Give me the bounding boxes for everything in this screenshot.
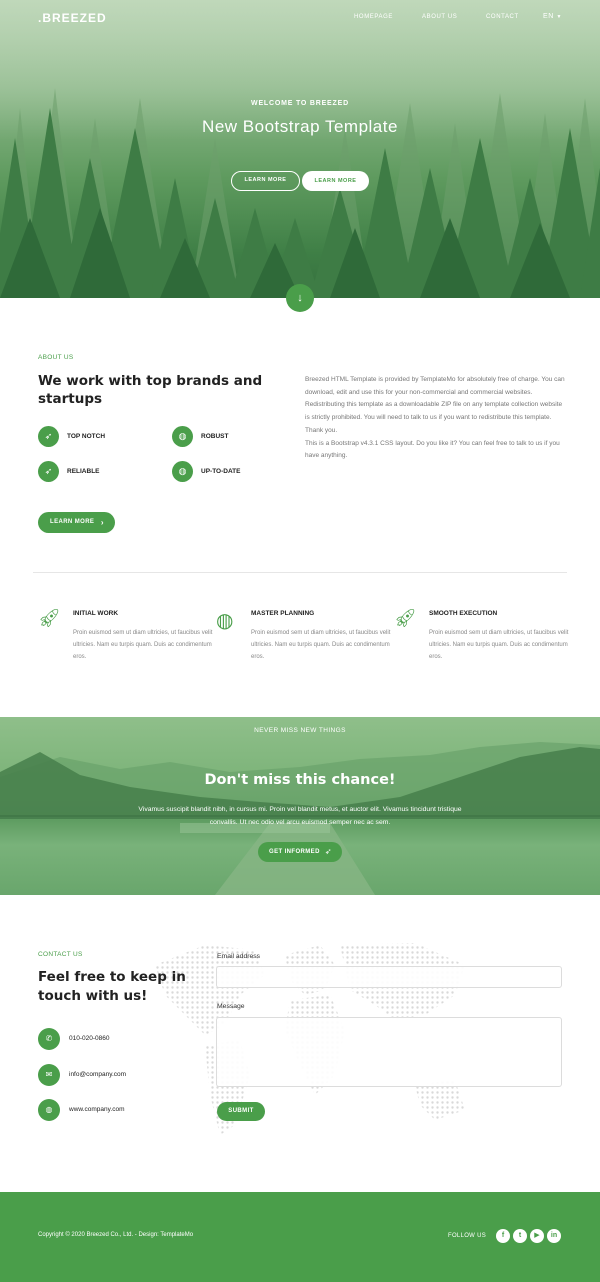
rocket-icon: ➶	[38, 426, 59, 447]
nav-link-about-us[interactable]: ABOUT US	[422, 14, 457, 20]
globe-icon: ◍	[172, 461, 193, 482]
about-learn-more-button[interactable]: LEARN MORE ›	[38, 512, 115, 533]
button-label: GET INFORMED	[269, 849, 320, 855]
message-label: Message	[217, 1003, 245, 1010]
mail-icon: ✉	[38, 1064, 60, 1086]
section-divider	[33, 572, 567, 573]
service-text: Proin euismod sem ut diam ultricies, ut …	[429, 630, 569, 660]
scroll-down-button[interactable]: ↓	[286, 284, 314, 312]
about-paragraph: Redistributing this template as a downlo…	[305, 401, 563, 434]
service-text: Proin euismod sem ut diam ultricies, ut …	[73, 630, 213, 660]
message-textarea[interactable]	[216, 1017, 562, 1087]
brand-logo[interactable]: .BREEZED	[38, 11, 107, 25]
hero-content: WELCOME TO BREEZED New Bootstrap Templat…	[0, 100, 600, 137]
about-paragraph: Breezed HTML Template is provided by Tem…	[305, 376, 565, 396]
service-text: Proin euismod sem ut diam ultricies, ut …	[251, 630, 391, 660]
contact-email-text: info@company.com	[69, 1071, 127, 1078]
learn-more-button[interactable]: LEARN MORE	[302, 171, 369, 191]
footer: Copyright © 2020 Breezed Co., Ltd. - Des…	[0, 1192, 600, 1282]
hero-section	[0, 0, 600, 298]
hero-buttons: LEARN MORE LEARN MORE	[0, 170, 600, 192]
arrow-down-icon: ↓	[297, 292, 303, 304]
cta-text: Vivamus suscipit blandit nibh, in cursus…	[138, 806, 462, 826]
feature-label: ROBUST	[201, 433, 229, 440]
about-description: Breezed HTML Template is provided by Tem…	[305, 374, 567, 463]
youtube-icon[interactable]: ▶	[530, 1229, 544, 1243]
get-informed-button[interactable]: GET INFORMED ➶	[258, 842, 342, 862]
nav-link-contact[interactable]: CONTACT	[486, 14, 519, 20]
phone-icon: ✆	[38, 1028, 60, 1050]
about-title: We work with top brands and startups	[38, 373, 263, 407]
submit-button[interactable]: SUBMIT	[217, 1102, 265, 1121]
rocket-icon: ➶	[324, 847, 332, 856]
cta-title: Don't miss this chance!	[204, 772, 396, 788]
caret-down-icon: ▼	[556, 14, 563, 20]
feature-label: UP-TO-DATE	[201, 468, 241, 475]
contact-phone-text: 010-020-0860	[69, 1035, 110, 1042]
nav-link-homepage[interactable]: HOMEPAGE	[354, 14, 393, 20]
contact-website-text: www.company.com	[69, 1106, 125, 1113]
about-paragraph: This is a Bootstrap v4.3.1 CSS layout. D…	[305, 439, 560, 460]
rocket-icon: ➶	[38, 461, 59, 482]
learn-more-outline-button[interactable]: LEARN MORE	[231, 171, 300, 191]
globe-icon: ◍	[216, 610, 234, 632]
copyright-text: Copyright © 2020 Breezed Co., Ltd. - Des…	[38, 1232, 194, 1238]
language-label: EN	[543, 13, 554, 20]
twitter-icon[interactable]: t	[513, 1229, 527, 1243]
rocket-icon: 🚀︎	[38, 608, 61, 628]
globe-icon: ◍	[172, 426, 193, 447]
contact-kicker: CONTACT US	[38, 951, 83, 958]
feature-label: RELIABLE	[67, 468, 100, 475]
service-title: SMOOTH EXECUTION	[429, 610, 498, 617]
contact-title: Feel free to keep in touch with us!	[38, 969, 186, 1004]
email-input[interactable]	[216, 966, 562, 988]
hero-title: New Bootstrap Template	[202, 117, 398, 136]
service-title: INITIAL WORK	[73, 610, 119, 617]
rocket-icon: 🚀︎	[394, 608, 417, 628]
facebook-icon[interactable]: f	[496, 1229, 510, 1243]
cta-kicker: NEVER MISS NEW THINGS	[254, 727, 346, 734]
globe-icon: ◍	[38, 1099, 60, 1121]
chevron-right-icon: ›	[100, 518, 104, 527]
service-title: MASTER PLANNING	[251, 610, 315, 617]
follow-us-label: FOLLOW US	[448, 1233, 487, 1239]
about-kicker: ABOUT US	[38, 354, 74, 361]
email-label: Email address	[217, 953, 261, 960]
button-label: LEARN MORE	[50, 519, 95, 525]
language-dropdown[interactable]: EN ▼	[543, 13, 562, 20]
feature-label: TOP NOTCH	[67, 433, 106, 440]
top-navbar: .BREEZED HOMEPAGE ABOUT US CONTACT EN ▼	[0, 0, 600, 36]
hero-kicker: WELCOME TO BREEZED	[251, 100, 349, 107]
linkedin-icon[interactable]: in	[547, 1229, 561, 1243]
cta-section: NEVER MISS NEW THINGS Don't miss this ch…	[0, 717, 600, 895]
